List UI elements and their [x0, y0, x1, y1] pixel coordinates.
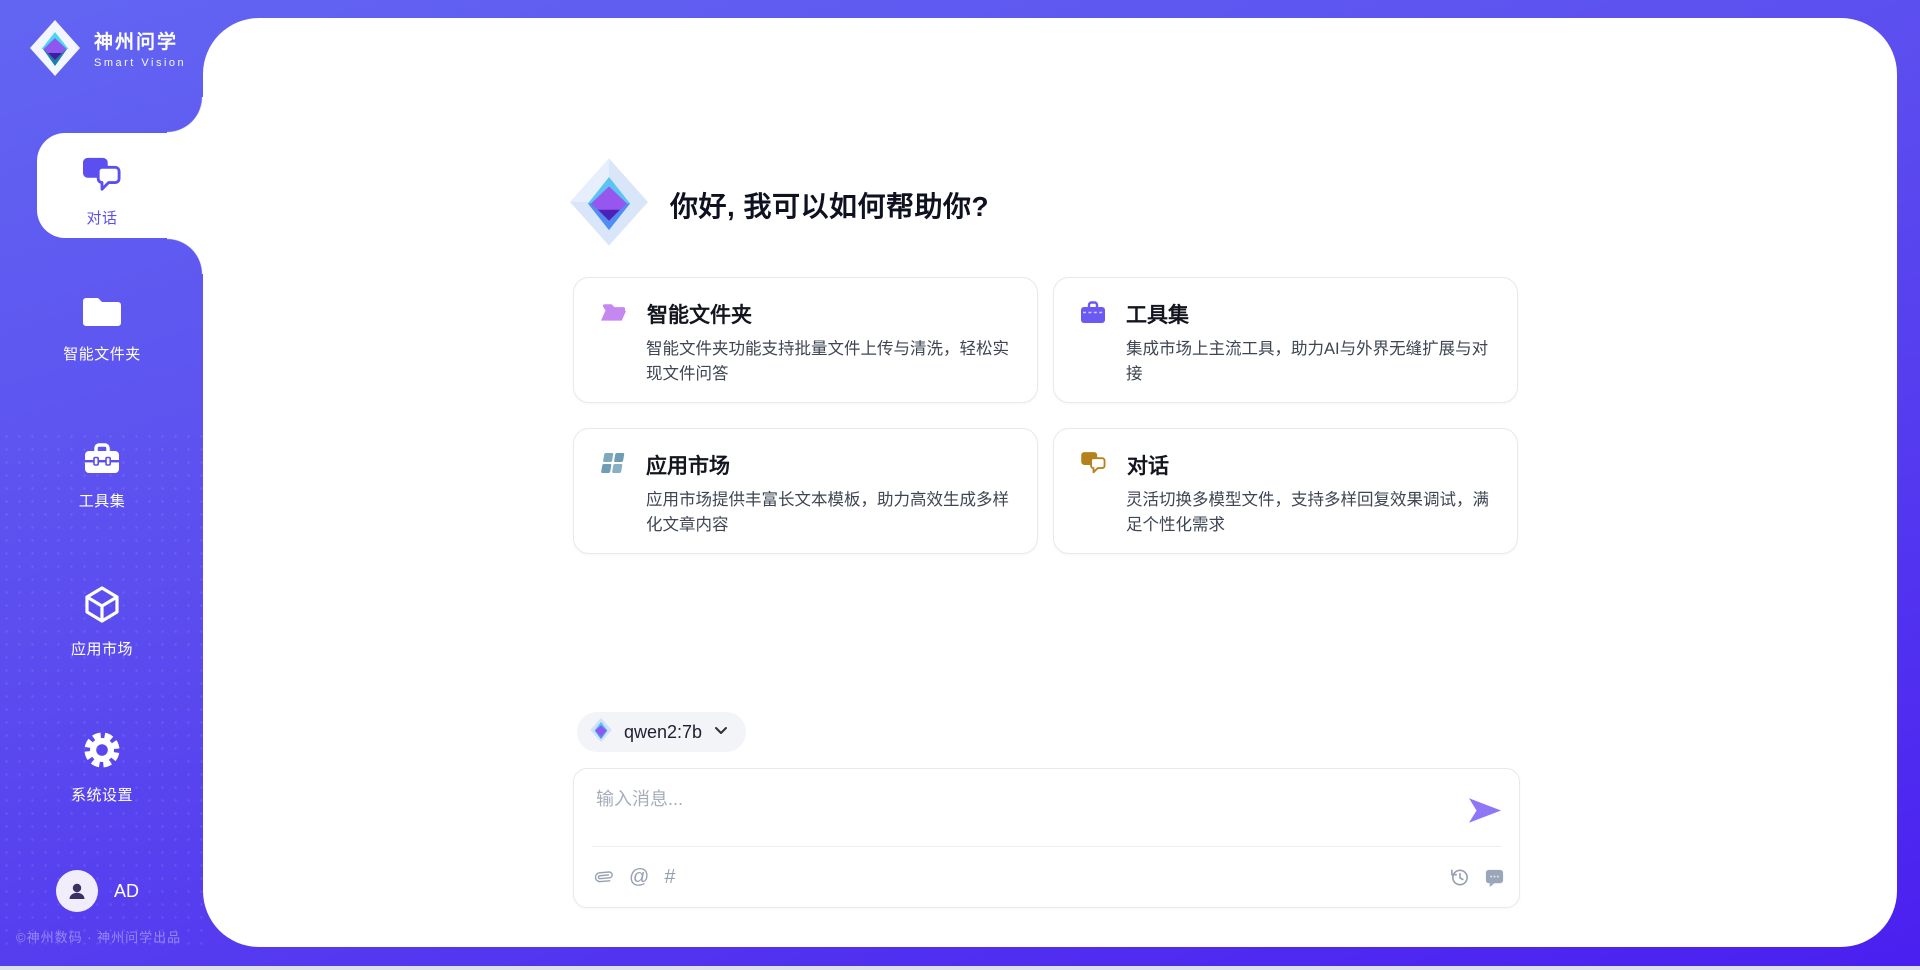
history-clock-icon — [1449, 867, 1470, 888]
hash-icon: # — [664, 867, 675, 887]
app-subtitle: Smart Vision — [94, 57, 186, 69]
send-icon — [1469, 798, 1501, 823]
card-chat[interactable]: 对话 灵活切换多模型文件，支持多样回复效果调试，满足个性化需求 — [1053, 428, 1518, 554]
composer: @ # — [573, 768, 1520, 908]
sidebar-item-label: 智能文件夹 — [63, 343, 141, 364]
card-title: 对话 — [1127, 450, 1169, 480]
card-smart-folder[interactable]: 智能文件夹 智能文件夹功能支持批量文件上传与清洗，轻松实现文件问答 — [573, 277, 1038, 403]
tab-fillet-bottom — [167, 238, 203, 274]
model-selector-button[interactable]: qwen2:7b — [577, 712, 746, 752]
sidebar-item-label: 系统设置 — [71, 784, 133, 805]
person-icon — [65, 879, 89, 903]
sidebar-item-smart-folder[interactable]: 智能文件夹 — [0, 293, 204, 364]
chat-bubbles-icon — [1080, 450, 1107, 480]
app-window: 神州问学 Smart Vision 对话 智能文件夹 — [0, 0, 1920, 970]
grid-icon — [600, 450, 626, 480]
folder-icon — [82, 293, 122, 334]
sidebar-item-chat[interactable]: 对话 — [0, 155, 204, 228]
briefcase-icon — [1080, 299, 1106, 329]
feature-cards: 智能文件夹 智能文件夹功能支持批量文件上传与清洗，轻松实现文件问答 工具集 集成… — [573, 277, 1518, 554]
card-title: 工具集 — [1126, 299, 1189, 329]
user-name: AD — [114, 881, 139, 902]
attach-button[interactable] — [594, 867, 614, 887]
app-logo: 神州问学 Smart Vision — [28, 20, 186, 81]
bottom-edge-strip — [0, 966, 1920, 970]
sidebar-item-label: 对话 — [86, 207, 117, 228]
topic-button[interactable]: # — [664, 867, 675, 887]
sidebar-item-label: 工具集 — [79, 490, 126, 511]
card-title: 应用市场 — [646, 450, 730, 480]
model-selector-label: qwen2:7b — [624, 722, 702, 743]
user-profile[interactable]: AD — [56, 870, 139, 912]
model-diamond-icon — [590, 718, 612, 747]
card-description: 智能文件夹功能支持批量文件上传与清洗，轻松实现文件问答 — [646, 337, 1015, 387]
card-title: 智能文件夹 — [647, 299, 752, 329]
conversation-button[interactable] — [1484, 867, 1505, 888]
sidebar-item-app-market[interactable]: 应用市场 — [0, 584, 204, 659]
footer-credit: ©神州数码 · 神州问学出品 — [16, 927, 181, 946]
send-button[interactable] — [1467, 795, 1503, 825]
card-description: 灵活切换多模型文件，支持多样回复效果调试，满足个性化需求 — [1126, 488, 1495, 538]
greeting: 你好, 我可以如何帮助你? — [570, 158, 989, 251]
cube-icon — [82, 584, 122, 629]
composer-toolbar: @ # — [594, 847, 1505, 907]
sidebar-item-toolset[interactable]: 工具集 — [0, 438, 204, 511]
greeting-title: 你好, 我可以如何帮助你? — [670, 185, 989, 225]
card-app-market[interactable]: 应用市场 应用市场提供丰富长文本模板，助力高效生成多样化文章内容 — [573, 428, 1038, 554]
chat-bubble-icon — [1484, 867, 1505, 888]
folder-open-icon — [600, 300, 627, 329]
brand-diamond-icon — [28, 20, 82, 81]
gear-icon — [82, 730, 122, 775]
chevron-down-icon — [714, 723, 728, 741]
sidebar-item-settings[interactable]: 系统设置 — [0, 730, 204, 805]
chat-bubbles-icon — [81, 155, 123, 198]
history-button[interactable] — [1449, 867, 1470, 888]
sidebar-item-label: 应用市场 — [71, 638, 133, 659]
card-description: 集成市场上主流工具，助力AI与外界无缝扩展与对接 — [1126, 337, 1495, 387]
at-icon: @ — [629, 867, 649, 887]
card-description: 应用市场提供丰富长文本模板，助力高效生成多样化文章内容 — [646, 488, 1015, 538]
greeting-diamond-icon — [570, 158, 648, 251]
card-toolset[interactable]: 工具集 集成市场上主流工具，助力AI与外界无缝扩展与对接 — [1053, 277, 1518, 403]
app-title: 神州问学 — [94, 32, 186, 54]
mention-button[interactable]: @ — [629, 867, 649, 887]
paperclip-icon — [594, 867, 614, 887]
message-input[interactable] — [594, 783, 1418, 845]
tab-fillet-top — [167, 97, 203, 133]
avatar — [56, 870, 98, 912]
briefcase-icon — [82, 438, 122, 481]
